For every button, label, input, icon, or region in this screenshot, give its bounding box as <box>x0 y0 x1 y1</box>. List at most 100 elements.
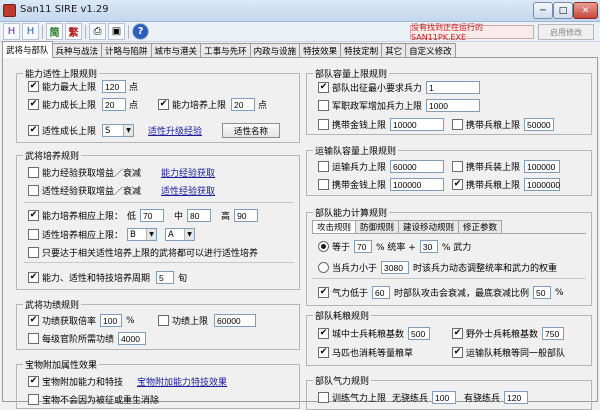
aptitude-a-select[interactable]: A ▼ <box>165 228 196 241</box>
growth-upper-checkbox[interactable]: ✔ <box>28 99 39 110</box>
treasure-link[interactable]: 宝物附加能力特技效果 <box>137 375 227 388</box>
traditional-chinese-button[interactable]: 繁 <box>65 23 82 40</box>
only-train-checkbox[interactable] <box>28 247 39 258</box>
tab-strategy-traps[interactable]: 计略与陷阱 <box>101 43 152 58</box>
no-train-field[interactable]: 100 <box>432 391 457 404</box>
print-icon[interactable]: ⎙ <box>89 23 106 40</box>
aptitude-exp-link2[interactable]: 适性经验获取 <box>161 184 215 197</box>
subtab-attack[interactable]: 攻击规则 <box>312 220 357 233</box>
aptitude-train-checkbox[interactable] <box>28 229 39 240</box>
help-icon[interactable]: ? <box>132 23 149 40</box>
ability-exp-checkbox[interactable] <box>28 167 39 178</box>
troop-gold-field[interactable]: 10000 <box>390 118 445 131</box>
tab-generals-troops[interactable]: 武将与部队 <box>2 41 53 58</box>
subtab-correction[interactable]: 修正参数 <box>458 220 503 233</box>
merit-gain-field[interactable]: 100 <box>100 314 123 327</box>
train-upper-field[interactable]: 20 <box>231 98 256 111</box>
transport-troop-field[interactable]: 60000 <box>390 160 445 173</box>
transport-troop-checkbox[interactable] <box>318 161 329 172</box>
morale-upper-checkbox[interactable] <box>318 392 329 403</box>
merit-rank-field[interactable]: 4000 <box>118 332 147 345</box>
simplified-chinese-button[interactable]: 简 <box>46 23 63 40</box>
merit-gain-checkbox[interactable]: ✔ <box>28 315 39 326</box>
morale-field2[interactable]: 50 <box>533 286 552 299</box>
tab-skill-effects[interactable]: 特技效果 <box>299 43 342 58</box>
formula-radio[interactable] <box>318 241 329 252</box>
lt-tail: 时该兵力动态调整统率和武力的权重 <box>413 264 558 274</box>
aptitude-growth-select[interactable]: S ▼ <box>102 124 135 137</box>
tab-skill-custom[interactable]: 特技定制 <box>340 43 383 58</box>
tab-other[interactable]: 其它 <box>381 43 407 58</box>
merit-upper-checkbox[interactable] <box>158 315 169 326</box>
city-consume-field[interactable]: 500 <box>408 327 431 340</box>
calc-subtabs: 攻击规则 防御规则 建设移动规则 修正参数 <box>312 220 503 233</box>
transport-weapon-field[interactable]: 100000 <box>524 160 561 173</box>
troop-food-checkbox[interactable] <box>452 119 463 130</box>
merit-upper-field[interactable]: 60000 <box>214 314 257 327</box>
merit-rank-checkbox[interactable] <box>28 333 39 344</box>
transport-gold-checkbox[interactable] <box>318 179 329 190</box>
growth-upper-field[interactable]: 20 <box>102 98 127 111</box>
period-field[interactable]: 5 <box>156 271 175 284</box>
tab-works[interactable]: 工事与先环 <box>200 43 251 58</box>
eq-field[interactable]: 70 <box>354 240 373 253</box>
treasure-checkbox[interactable]: ✔ <box>28 376 39 387</box>
treasure2-checkbox[interactable] <box>28 394 39 405</box>
transport-consume-checkbox[interactable]: ✔ <box>452 347 463 358</box>
train-relate-checkbox[interactable]: ✔ <box>28 210 39 221</box>
close-button[interactable]: ✕ <box>573 2 598 19</box>
aptitude-growth-checkbox[interactable]: ✔ <box>28 125 39 136</box>
tab-cities-ports[interactable]: 城市与港关 <box>150 43 202 58</box>
field-consume-checkbox[interactable]: ✔ <box>452 328 463 339</box>
troop-min-checkbox[interactable]: ✔ <box>318 82 329 93</box>
open-icon[interactable]: H <box>3 23 20 40</box>
aptitude-exp-row: 适性经验获取增益／衰减 适性经验获取 <box>28 184 215 197</box>
aptitude-exp-checkbox[interactable] <box>28 185 39 196</box>
subtab-build-move[interactable]: 建设移动规则 <box>398 220 460 233</box>
troop-min-field[interactable]: 1 <box>426 81 481 94</box>
army-bonus-field[interactable]: 1000 <box>426 99 481 112</box>
transport-food-field[interactable]: 1000000 <box>524 178 560 191</box>
morale-label: 气力低于 <box>332 289 369 299</box>
has-train-field[interactable]: 120 <box>504 391 529 404</box>
dynamic-radio[interactable] <box>318 262 329 273</box>
mid-field[interactable]: 80 <box>187 209 212 222</box>
aptitude-name-button[interactable]: 适性名称 <box>222 123 281 138</box>
apply-button[interactable]: 启用修改 <box>538 24 594 40</box>
window-icon[interactable]: ▣ <box>108 23 125 40</box>
army-bonus-checkbox[interactable] <box>318 100 329 111</box>
troop-gold-checkbox[interactable] <box>318 119 329 130</box>
train-upper-checkbox[interactable]: ✔ <box>158 99 169 110</box>
morale-field[interactable]: 60 <box>372 286 391 299</box>
subtab-defense[interactable]: 防御规则 <box>355 220 400 233</box>
troop-food-field[interactable]: 50000 <box>524 118 555 131</box>
eq-field2[interactable]: 30 <box>419 240 438 253</box>
period-checkbox[interactable]: ✔ <box>28 272 39 283</box>
tab-units-tactics[interactable]: 兵种与战法 <box>51 43 103 58</box>
city-consume-checkbox[interactable]: ✔ <box>318 328 329 339</box>
max-upper-checkbox[interactable]: ✔ <box>28 81 39 92</box>
field-consume-field[interactable]: 750 <box>542 327 565 340</box>
tab-custom-mod[interactable]: 自定义修改 <box>405 43 456 58</box>
transport-troop-label: 运输兵力上限 <box>332 163 387 173</box>
maximize-button[interactable]: □ <box>553 2 573 19</box>
high-field[interactable]: 90 <box>234 209 259 222</box>
max-upper-field[interactable]: 120 <box>102 80 127 93</box>
morale-checkbox[interactable]: ✔ <box>318 287 329 298</box>
transport-weapon-checkbox[interactable] <box>452 161 463 172</box>
minimize-button[interactable]: ─ <box>533 2 553 19</box>
group-title: 部队耗粮规则 <box>313 309 372 322</box>
aptitude-exp-link[interactable]: 适性升级经验 <box>148 124 202 137</box>
troop-food-row: 携带兵粮上限 50000 <box>452 118 555 131</box>
lt-field[interactable]: 3080 <box>381 261 410 274</box>
transport-food-checkbox[interactable]: ✔ <box>452 179 463 190</box>
horse-consume-checkbox[interactable]: ✔ <box>318 347 329 358</box>
low-field[interactable]: 70 <box>140 209 165 222</box>
ability-exp-link[interactable]: 能力经验获取 <box>161 166 215 179</box>
save-icon[interactable]: H <box>22 23 39 40</box>
transport-gold-field[interactable]: 100000 <box>390 178 445 191</box>
aptitude-b-select[interactable]: B ▼ <box>127 228 158 241</box>
subtab-baseline <box>312 233 586 234</box>
separator <box>312 278 586 279</box>
tab-domestic[interactable]: 内政与设施 <box>249 43 301 58</box>
